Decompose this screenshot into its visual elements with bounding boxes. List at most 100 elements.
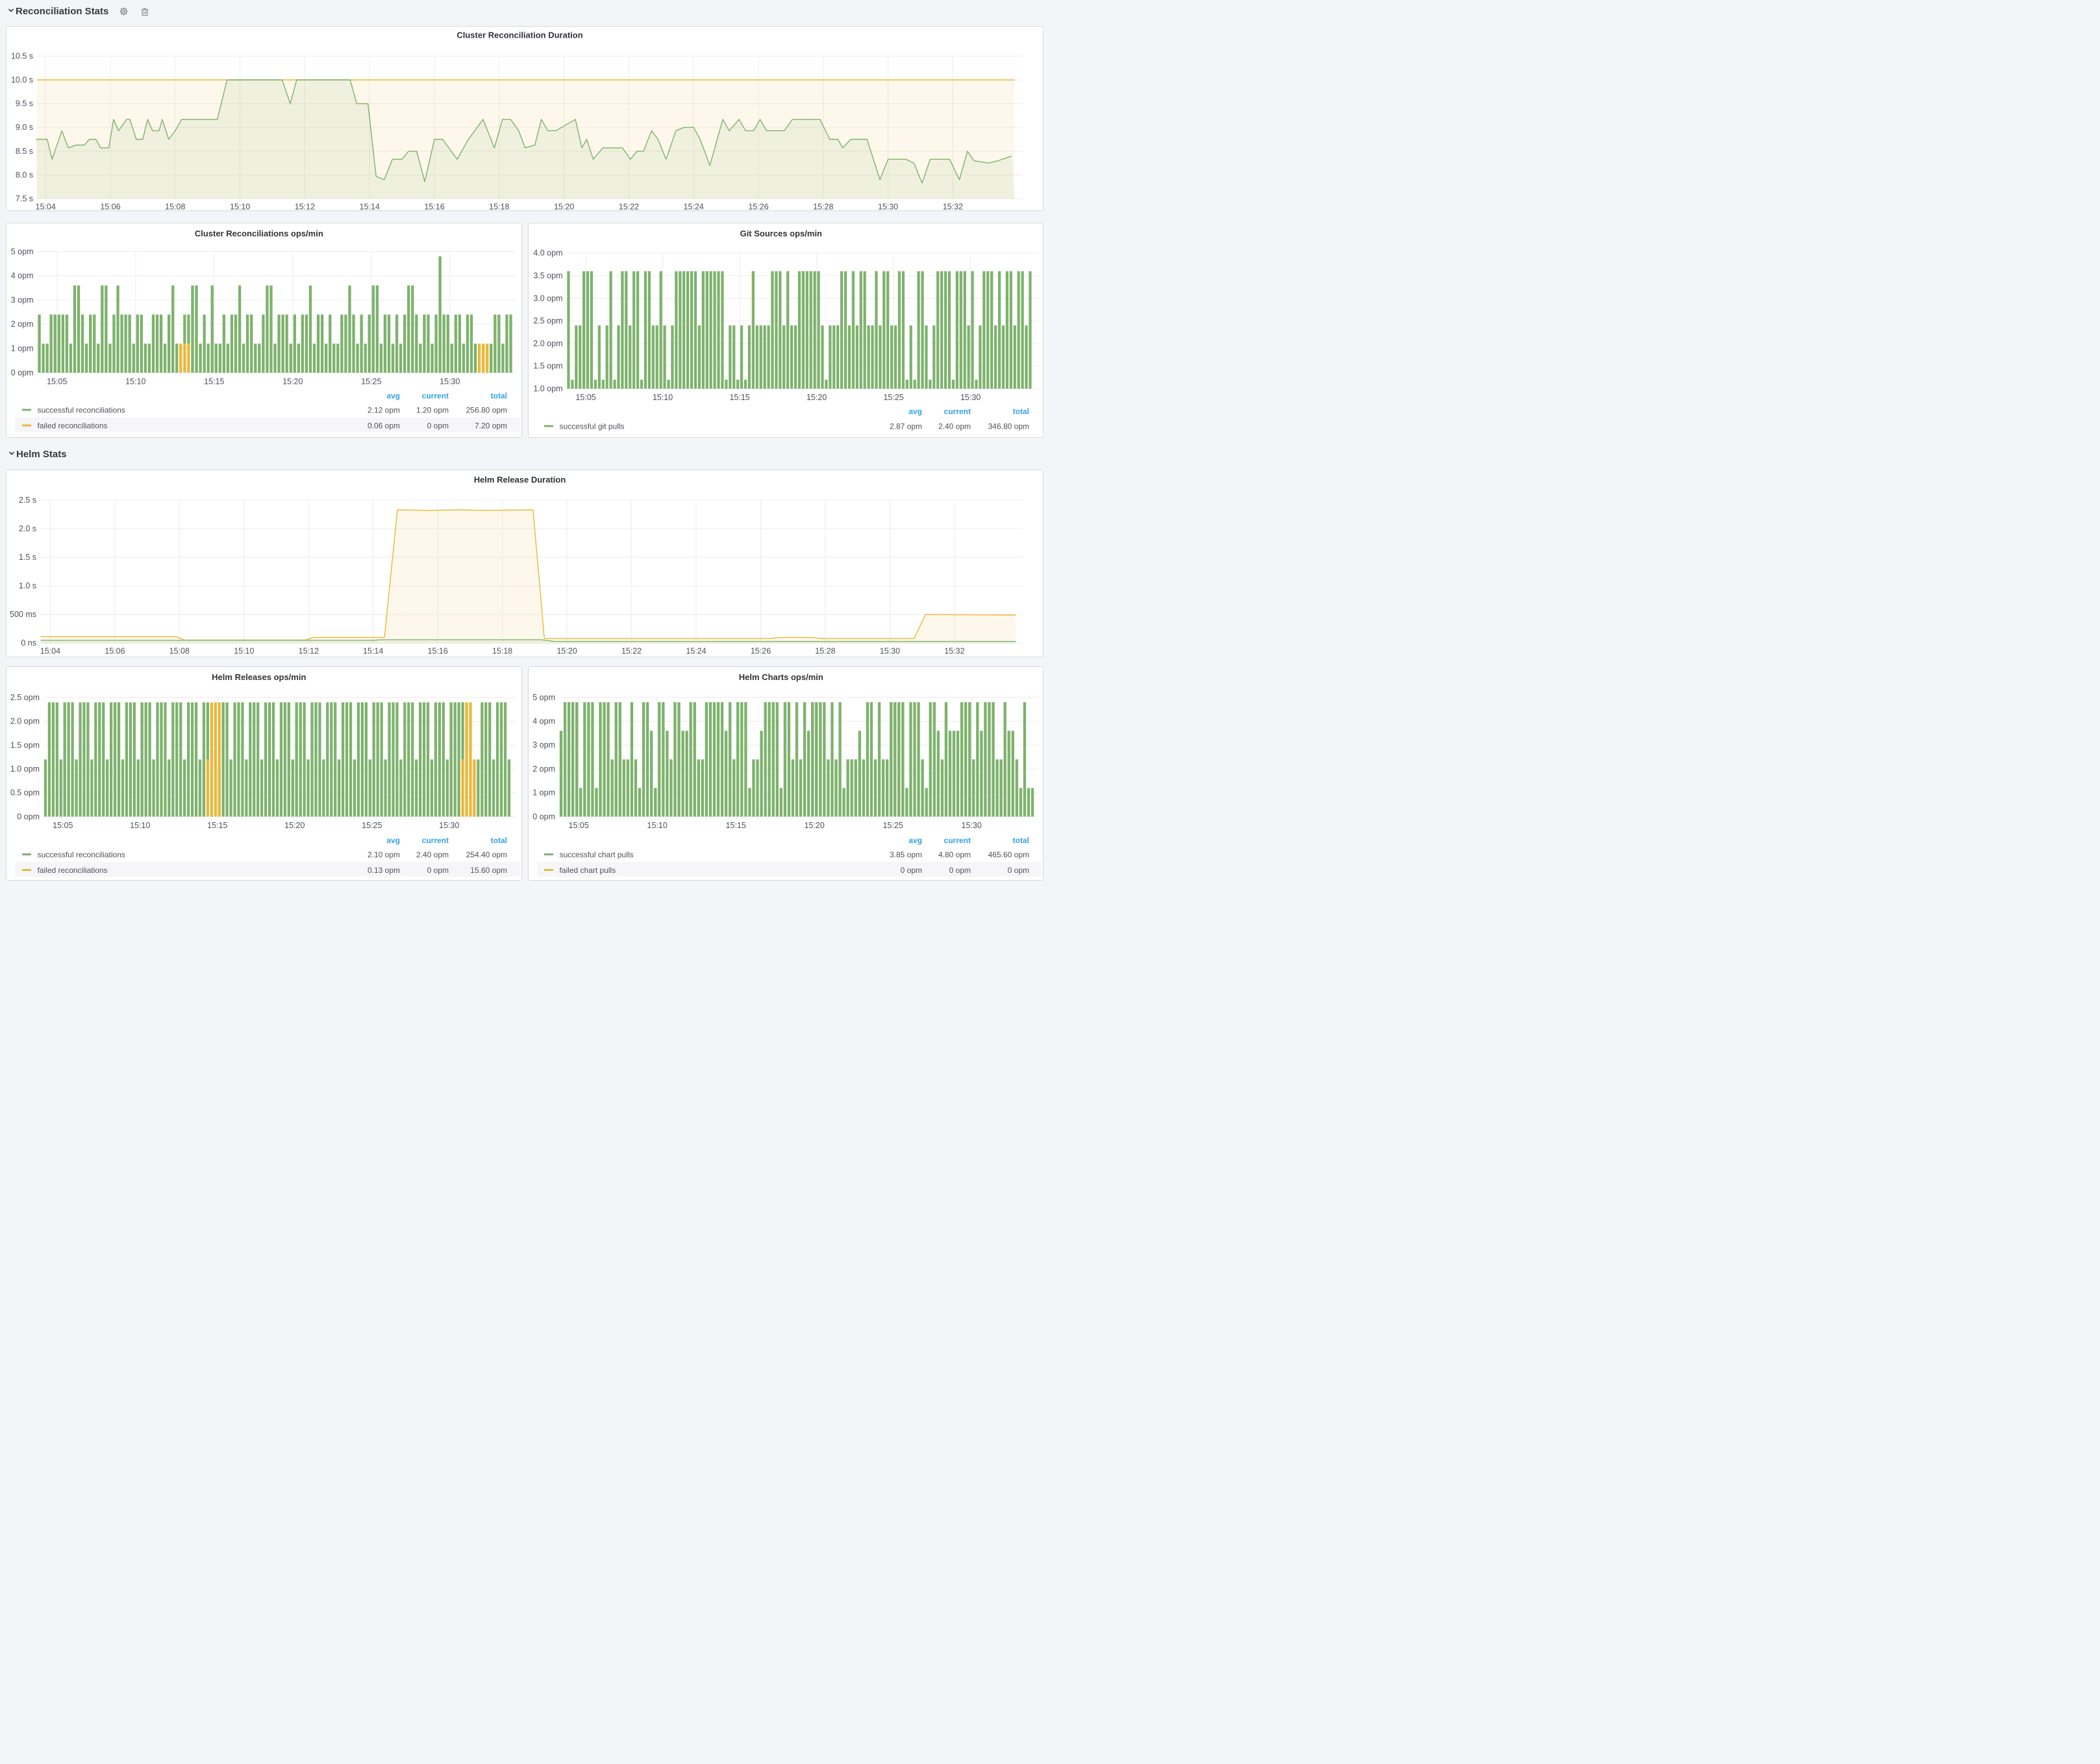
svg-text:15:12: 15:12 bbox=[295, 203, 315, 212]
svg-text:avg: avg bbox=[386, 392, 400, 401]
svg-text:15:10: 15:10 bbox=[125, 377, 145, 386]
svg-text:15:15: 15:15 bbox=[207, 821, 227, 830]
svg-text:4 opm: 4 opm bbox=[11, 271, 34, 281]
svg-text:2.87 opm: 2.87 opm bbox=[889, 422, 921, 431]
svg-text:15:10: 15:10 bbox=[130, 821, 150, 830]
svg-text:total: total bbox=[491, 392, 507, 401]
svg-text:2.10 opm: 2.10 opm bbox=[368, 850, 400, 859]
svg-text:15:10: 15:10 bbox=[234, 647, 254, 656]
svg-text:15:30: 15:30 bbox=[880, 647, 900, 656]
svg-text:15:15: 15:15 bbox=[204, 377, 224, 386]
svg-text:2.40 opm: 2.40 opm bbox=[416, 850, 449, 859]
svg-text:2.0 s: 2.0 s bbox=[19, 524, 36, 533]
svg-text:0 opm: 0 opm bbox=[900, 866, 921, 875]
svg-text:current: current bbox=[944, 836, 970, 845]
svg-text:10.5 s: 10.5 s bbox=[11, 51, 33, 60]
svg-text:15:20: 15:20 bbox=[556, 647, 577, 656]
svg-text:successful reconciliations: successful reconciliations bbox=[38, 406, 125, 415]
svg-text:15:05: 15:05 bbox=[575, 393, 595, 402]
svg-text:15:22: 15:22 bbox=[621, 647, 642, 656]
svg-text:1.5 opm: 1.5 opm bbox=[533, 362, 562, 371]
svg-text:9.5 s: 9.5 s bbox=[16, 99, 33, 108]
svg-text:15:08: 15:08 bbox=[165, 203, 185, 212]
svg-text:successful reconciliations: successful reconciliations bbox=[38, 850, 125, 859]
svg-text:successful chart pulls: successful chart pulls bbox=[559, 850, 633, 859]
svg-text:2.5 s: 2.5 s bbox=[19, 496, 36, 505]
svg-text:256.80 opm: 256.80 opm bbox=[466, 406, 507, 415]
svg-text:7.20 opm: 7.20 opm bbox=[475, 422, 507, 431]
svg-text:15:16: 15:16 bbox=[424, 203, 444, 212]
svg-text:1 opm: 1 opm bbox=[11, 344, 34, 353]
svg-text:0 opm: 0 opm bbox=[11, 368, 34, 377]
svg-text:15:06: 15:06 bbox=[105, 647, 125, 656]
svg-text:10.0 s: 10.0 s bbox=[11, 75, 33, 84]
svg-text:3.85 opm: 3.85 opm bbox=[889, 850, 921, 859]
svg-text:1.5 opm: 1.5 opm bbox=[10, 740, 40, 750]
svg-text:Cluster Reconciliations ops/mi: Cluster Reconciliations ops/min bbox=[195, 229, 323, 238]
svg-text:5 opm: 5 opm bbox=[532, 693, 555, 702]
svg-text:15:22: 15:22 bbox=[619, 203, 639, 212]
svg-text:15:08: 15:08 bbox=[169, 647, 190, 656]
svg-text:500 ms: 500 ms bbox=[10, 610, 36, 619]
svg-text:15:30: 15:30 bbox=[440, 377, 460, 386]
svg-text:15:32: 15:32 bbox=[943, 203, 963, 212]
svg-text:total: total bbox=[1012, 836, 1029, 845]
svg-text:0 opm: 0 opm bbox=[427, 866, 449, 875]
svg-text:15:06: 15:06 bbox=[100, 203, 120, 212]
svg-text:15:24: 15:24 bbox=[684, 203, 704, 212]
svg-text:2.5 opm: 2.5 opm bbox=[10, 693, 40, 702]
svg-text:15:04: 15:04 bbox=[40, 647, 60, 656]
svg-text:4 opm: 4 opm bbox=[532, 717, 555, 726]
svg-text:15:28: 15:28 bbox=[813, 203, 833, 212]
svg-text:2.0 opm: 2.0 opm bbox=[533, 339, 562, 348]
svg-text:1.0 opm: 1.0 opm bbox=[533, 384, 562, 394]
svg-text:346.80 opm: 346.80 opm bbox=[988, 422, 1029, 431]
svg-text:1.0 opm: 1.0 opm bbox=[10, 764, 40, 774]
svg-text:15:14: 15:14 bbox=[360, 203, 380, 212]
svg-text:successful git pulls: successful git pulls bbox=[559, 422, 624, 431]
svg-text:avg: avg bbox=[908, 836, 922, 845]
svg-text:15:05: 15:05 bbox=[47, 377, 67, 386]
svg-text:15:18: 15:18 bbox=[492, 647, 512, 656]
svg-text:15:20: 15:20 bbox=[284, 821, 305, 830]
svg-text:2.0 opm: 2.0 opm bbox=[10, 717, 40, 726]
svg-text:avg: avg bbox=[908, 407, 922, 416]
svg-text:15:10: 15:10 bbox=[230, 203, 250, 212]
svg-text:0 opm: 0 opm bbox=[1007, 866, 1029, 875]
svg-text:465.60 opm: 465.60 opm bbox=[988, 850, 1029, 859]
svg-text:failed chart pulls: failed chart pulls bbox=[559, 866, 616, 875]
svg-text:1.20 opm: 1.20 opm bbox=[416, 406, 449, 415]
svg-text:15:30: 15:30 bbox=[878, 203, 898, 212]
svg-text:2 opm: 2 opm bbox=[11, 320, 34, 329]
svg-text:15:30: 15:30 bbox=[960, 393, 980, 402]
svg-text:2.40 opm: 2.40 opm bbox=[938, 422, 970, 431]
svg-text:15:25: 15:25 bbox=[361, 377, 381, 386]
svg-text:15:15: 15:15 bbox=[725, 821, 745, 830]
svg-text:3.0 opm: 3.0 opm bbox=[533, 294, 562, 303]
svg-text:Cluster Reconciliation Duratio: Cluster Reconciliation Duration bbox=[456, 31, 582, 40]
svg-text:1.0 s: 1.0 s bbox=[19, 581, 36, 590]
svg-text:15:25: 15:25 bbox=[882, 821, 903, 830]
svg-text:Helm Release Duration: Helm Release Duration bbox=[474, 475, 566, 485]
svg-text:0 opm: 0 opm bbox=[427, 422, 449, 431]
svg-text:total: total bbox=[491, 836, 507, 845]
svg-text:8.5 s: 8.5 s bbox=[16, 147, 33, 156]
svg-text:15:05: 15:05 bbox=[53, 821, 73, 830]
svg-text:15:10: 15:10 bbox=[647, 821, 667, 830]
svg-text:4.0 opm: 4.0 opm bbox=[533, 249, 562, 258]
svg-text:5 opm: 5 opm bbox=[11, 247, 34, 256]
svg-text:Helm Releases ops/min: Helm Releases ops/min bbox=[212, 672, 306, 682]
svg-text:7.5 s: 7.5 s bbox=[16, 194, 33, 203]
svg-text:15:26: 15:26 bbox=[751, 647, 771, 656]
svg-text:3.5 opm: 3.5 opm bbox=[533, 271, 562, 281]
svg-text:current: current bbox=[422, 392, 449, 401]
svg-text:1.5 s: 1.5 s bbox=[19, 553, 36, 562]
svg-text:15.60 opm: 15.60 opm bbox=[470, 866, 507, 875]
svg-text:0.5 opm: 0.5 opm bbox=[10, 788, 40, 798]
svg-text:15:20: 15:20 bbox=[282, 377, 303, 386]
svg-text:8.0 s: 8.0 s bbox=[16, 170, 33, 179]
svg-text:0 opm: 0 opm bbox=[532, 812, 555, 821]
svg-text:3 opm: 3 opm bbox=[11, 296, 34, 305]
svg-text:15:30: 15:30 bbox=[439, 821, 459, 830]
svg-text:15:28: 15:28 bbox=[815, 647, 835, 656]
